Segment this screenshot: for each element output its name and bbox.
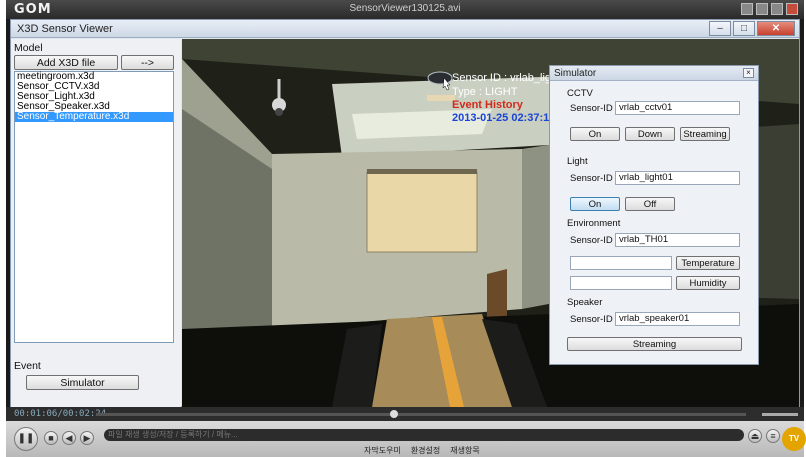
previous-button[interactable]: ◀ <box>62 431 76 445</box>
humidity-value-field[interactable] <box>570 276 672 290</box>
add-x3d-file-button[interactable]: Add X3D file <box>14 55 118 70</box>
timecode: 00:01:06/00:02:24 <box>14 409 107 419</box>
temperature-button[interactable]: Temperature <box>676 256 740 270</box>
speaker-sensor-id-label: Sensor-ID <box>570 314 613 325</box>
player-controls: ❚❚ ■ ◀ ▶ 파일 재생 생성/저장 / 등록하기 / 메뉴... 자막도우… <box>6 421 806 457</box>
seek-knob[interactable] <box>389 410 398 418</box>
player-menu-icon[interactable] <box>741 3 753 15</box>
volume-slider[interactable] <box>762 413 798 416</box>
light-sensor-id-label: Sensor-ID <box>570 173 613 184</box>
cctv-on-button[interactable]: On <box>570 127 620 141</box>
simulator-close-icon[interactable]: × <box>743 68 754 78</box>
app-title: X3D Sensor Viewer <box>17 23 113 35</box>
simulator-titlebar[interactable]: Simulator × <box>550 66 758 81</box>
left-panel: Model Add X3D file --> meetingroom.x3d S… <box>11 39 181 407</box>
eject-button[interactable]: ⏏ <box>748 429 762 443</box>
speaker-streaming-button[interactable]: Streaming <box>567 337 742 351</box>
menu-button[interactable]: ≡ <box>766 429 780 443</box>
cctv-sensor-id-label: Sensor-ID <box>570 103 613 114</box>
light-sensor-id-field[interactable]: vrlab_light01 <box>615 171 740 185</box>
light-on-button[interactable]: On <box>570 197 620 211</box>
playlist-link[interactable]: 재생항목 <box>450 445 479 456</box>
model-label: Model <box>14 42 43 54</box>
stop-button[interactable]: ■ <box>44 431 58 445</box>
close-button[interactable]: ✕ <box>757 21 795 36</box>
player-close-icon[interactable] <box>786 3 798 15</box>
light-off-button[interactable]: Off <box>625 197 675 211</box>
cctv-down-button[interactable]: Down <box>625 127 675 141</box>
arrow-button[interactable]: --> <box>121 55 174 70</box>
gom-player-window: GOM SensorViewer130125.avi X3D Sensor Vi… <box>6 0 806 457</box>
environment-sensor-id-field[interactable]: vrlab_TH01 <box>615 233 740 247</box>
simulator-button[interactable]: Simulator <box>26 375 139 390</box>
sensor-id-overlay: Sensor ID : vrlab_lig <box>452 72 552 84</box>
event-history-overlay: Event History <box>452 99 523 111</box>
seek-track[interactable] <box>96 413 746 416</box>
humidity-button[interactable]: Humidity <box>676 276 740 290</box>
event-label: Event <box>14 360 41 372</box>
sensor-type-overlay: Type : LIGHT <box>452 86 518 98</box>
info-strip: 파일 재생 생성/저장 / 등록하기 / 메뉴... <box>104 429 744 441</box>
model-list[interactable]: meetingroom.x3d Sensor_CCTV.x3d Sensor_L… <box>14 71 174 343</box>
next-button[interactable]: ▶ <box>80 431 94 445</box>
simulator-dialog: Simulator × CCTV Sensor-ID vrlab_cctv01 … <box>549 65 759 365</box>
subtitle-helper-link[interactable]: 자막도우미 <box>364 445 401 456</box>
settings-link[interactable]: 환경설정 <box>411 445 440 456</box>
cctv-label: CCTV <box>567 88 593 99</box>
minimize-button[interactable]: – <box>709 21 731 36</box>
environment-label: Environment <box>567 218 621 229</box>
player-title: SensorViewer130125.avi <box>349 3 461 14</box>
seek-bar[interactable]: 00:01:06/00:02:24 <box>6 407 804 421</box>
player-minimize-icon[interactable] <box>756 3 768 15</box>
cctv-sensor-id-field[interactable]: vrlab_cctv01 <box>615 101 740 115</box>
list-item-selected[interactable]: Sensor_Temperature.x3d <box>15 112 173 122</box>
environment-sensor-id-label: Sensor-ID <box>570 235 613 246</box>
speaker-label: Speaker <box>567 297 603 308</box>
speaker-sensor-id-field[interactable]: vrlab_speaker01 <box>615 312 740 326</box>
app-titlebar[interactable]: X3D Sensor Viewer – □ ✕ <box>11 20 799 38</box>
player-window-controls <box>741 3 798 15</box>
light-label: Light <box>567 156 588 167</box>
simulator-title: Simulator <box>554 68 597 79</box>
event-timestamp: 2013-01-25 02:37:18 <box>452 112 556 124</box>
player-titlebar[interactable]: GOM SensorViewer130125.avi <box>6 0 804 19</box>
pause-button[interactable]: ❚❚ <box>14 427 38 451</box>
app-window-controls: – □ ✕ <box>709 21 795 36</box>
temperature-value-field[interactable] <box>570 256 672 270</box>
cctv-streaming-button[interactable]: Streaming <box>680 127 730 141</box>
gomtv-logo[interactable]: TV <box>782 427 806 451</box>
player-maximize-icon[interactable] <box>771 3 783 15</box>
maximize-button[interactable]: □ <box>733 21 755 36</box>
bottom-links: 자막도우미 환경설정 재생항목 <box>364 445 480 456</box>
